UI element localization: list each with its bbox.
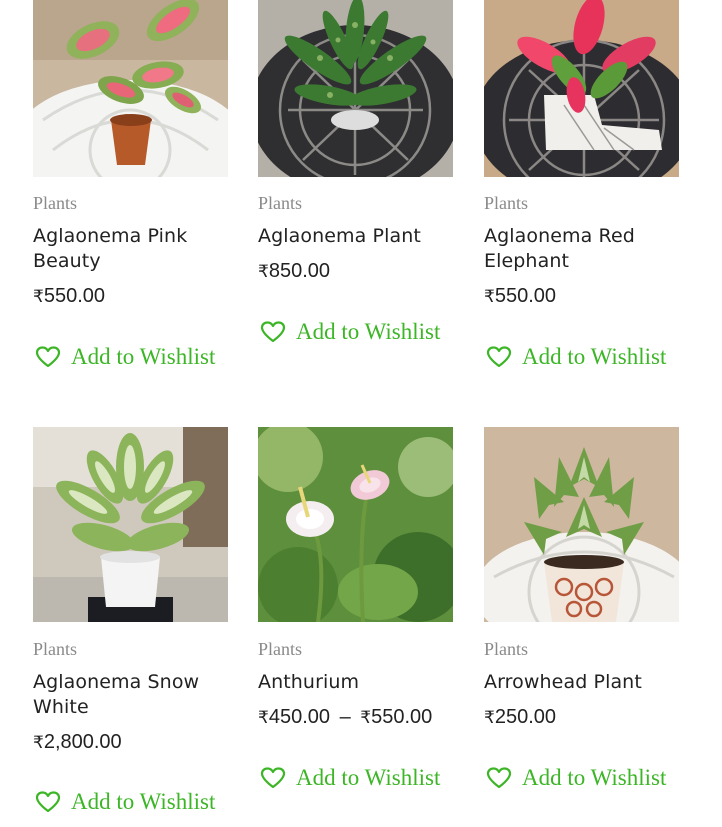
wishlist-label: Add to Wishlist [296, 765, 441, 790]
heart-outline-icon [35, 346, 61, 368]
add-to-wishlist-button[interactable]: Add to Wishlist [260, 319, 440, 345]
wishlist-label: Add to Wishlist [296, 319, 441, 344]
price-value: 250.00 [494, 706, 556, 728]
add-to-wishlist-button[interactable]: Add to Wishlist [35, 789, 215, 815]
price-high-value: 550.00 [371, 706, 433, 728]
add-to-wishlist-button[interactable]: Add to Wishlist [486, 765, 666, 791]
product-title[interactable]: Aglaonema Red Elephant [484, 224, 684, 274]
currency-symbol: ₹ [484, 287, 495, 306]
price-low-value: 450.00 [268, 706, 330, 728]
product-image[interactable] [484, 427, 679, 622]
wishlist-label: Add to Wishlist [71, 344, 216, 369]
product-category: Plants [258, 639, 303, 659]
add-to-wishlist-button[interactable]: Add to Wishlist [35, 344, 215, 370]
currency-symbol: ₹ [484, 708, 495, 727]
add-to-wishlist-button[interactable]: Add to Wishlist [486, 344, 666, 370]
heart-outline-icon [486, 767, 512, 789]
product-image[interactable] [258, 427, 453, 622]
currency-symbol: ₹ [360, 708, 372, 727]
price-value: 2,800.00 [43, 731, 122, 753]
product-image[interactable] [33, 427, 228, 622]
product-title[interactable]: Aglaonema Plant [258, 224, 458, 249]
product-price: ₹2,800.00 [33, 731, 122, 754]
price-value: 850.00 [268, 260, 330, 282]
price-value: 550.00 [494, 285, 556, 307]
product-category: Plants [33, 193, 78, 213]
product-card-arrowhead-plant[interactable]: Plants Arrowhead Plant ₹250.00 Add to Wi… [484, 427, 679, 790]
product-category: Plants [258, 193, 303, 213]
product-title[interactable]: Arrowhead Plant [484, 670, 684, 695]
product-card-aglaonema-pink-beauty[interactable]: Plants Aglaonema Pink Beauty ₹550.00 Add… [33, 0, 228, 369]
product-category: Plants [33, 639, 78, 659]
product-card-aglaonema-snow-white[interactable]: Plants Aglaonema Snow White ₹2,800.00 Ad… [33, 427, 228, 814]
product-card-aglaonema-red-elephant[interactable]: Plants Aglaonema Red Elephant ₹550.00 Ad… [484, 0, 679, 369]
product-category: Plants [484, 193, 529, 213]
currency-symbol: ₹ [258, 262, 269, 281]
wishlist-label: Add to Wishlist [71, 789, 216, 814]
product-title[interactable]: Aglaonema Pink Beauty [33, 224, 233, 274]
price-range-separator: – [339, 706, 351, 728]
product-card-aglaonema-plant[interactable]: Plants Aglaonema Plant ₹850.00 Add to Wi… [258, 0, 453, 344]
currency-symbol: ₹ [33, 733, 44, 752]
heart-outline-icon [260, 321, 286, 343]
product-image[interactable] [484, 0, 679, 177]
product-title[interactable]: Anthurium [258, 670, 458, 695]
heart-outline-icon [486, 346, 512, 368]
price-value: 550.00 [43, 285, 105, 307]
heart-outline-icon [260, 767, 286, 789]
currency-symbol: ₹ [258, 708, 269, 727]
product-card-anthurium[interactable]: Plants Anthurium ₹450.00 – ₹550.00 Add t… [258, 427, 453, 790]
add-to-wishlist-button[interactable]: Add to Wishlist [260, 765, 440, 791]
product-price: ₹550.00 [33, 285, 105, 308]
product-price: ₹550.00 [484, 285, 556, 308]
wishlist-label: Add to Wishlist [522, 765, 667, 790]
currency-symbol: ₹ [33, 287, 44, 306]
product-price: ₹850.00 [258, 260, 330, 283]
heart-outline-icon [35, 791, 61, 813]
product-image[interactable] [258, 0, 453, 177]
product-price: ₹250.00 [484, 706, 556, 729]
product-price: ₹450.00 – ₹550.00 [258, 706, 432, 729]
product-image[interactable] [33, 0, 228, 177]
product-category: Plants [484, 639, 529, 659]
product-title[interactable]: Aglaonema Snow White [33, 670, 233, 720]
wishlist-label: Add to Wishlist [522, 344, 667, 369]
